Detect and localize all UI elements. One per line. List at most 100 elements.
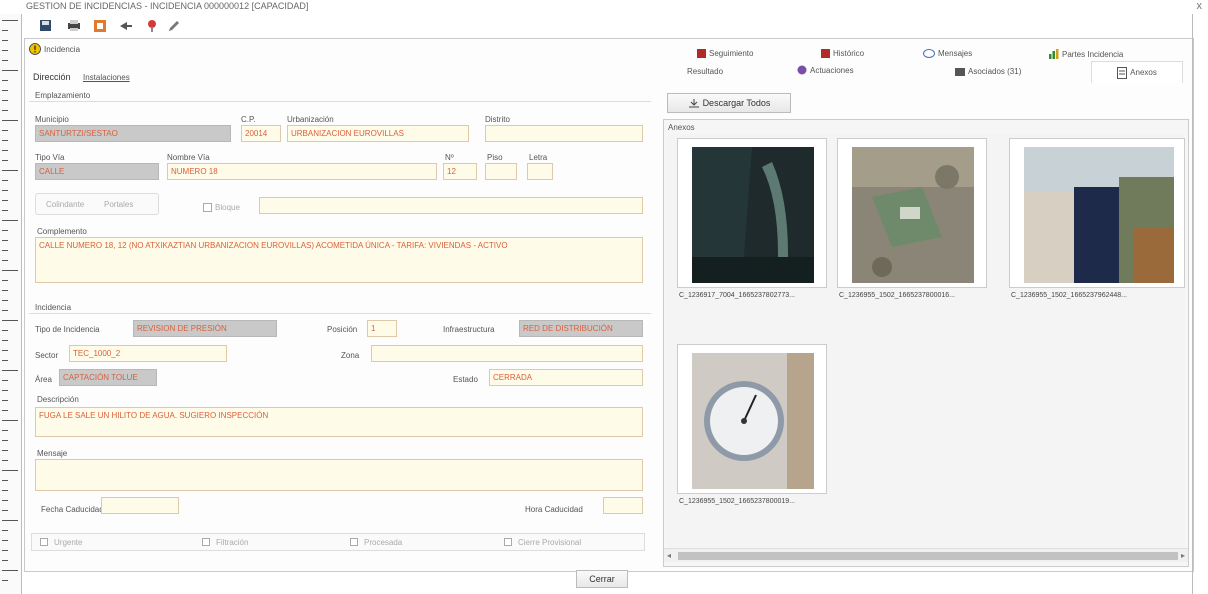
tab-instalaciones[interactable]: Instalaciones: [83, 73, 130, 82]
cp-field[interactable]: 20014: [241, 125, 281, 142]
urgente-checkbox[interactable]: [40, 538, 48, 546]
tipo-via-field[interactable]: CALLE: [35, 163, 159, 180]
ruler-tick: [2, 490, 8, 491]
ruler-tick: [2, 160, 8, 161]
filtracion-checkbox[interactable]: [202, 538, 210, 546]
tab-resultado[interactable]: Resultado: [687, 67, 723, 76]
tab-asociados[interactable]: Asociados (31): [955, 67, 1021, 76]
ruler-tick: [2, 530, 8, 531]
sector-field[interactable]: TEC_1000_2: [69, 345, 227, 362]
procesada-checkbox[interactable]: [350, 538, 358, 546]
zona-label: Zona: [341, 351, 360, 360]
estado-label: Estado: [453, 375, 478, 384]
tab-partes-incidencia-label: Partes Incidencia: [1062, 49, 1124, 59]
bloque-checkbox[interactable]: [203, 203, 212, 212]
thumbnail[interactable]: [677, 138, 827, 288]
ruler-tick: [2, 370, 18, 371]
thumbnail-caption: C_1236955_1502_1665237800016...: [839, 292, 956, 299]
distrito-field[interactable]: [485, 125, 643, 142]
ruler-tick: [2, 90, 8, 91]
infraestructura-field[interactable]: RED DE DISTRIBUCIÓN: [519, 320, 643, 337]
section-incidencia: Incidencia: [35, 303, 72, 312]
ruler-tick: [2, 380, 8, 381]
ruler-tick: [2, 260, 8, 261]
complemento-label: Complemento: [37, 227, 87, 236]
descripcion-field[interactable]: FUGA LE SALE UN HILITO DE AGUA. SUGIERO …: [35, 407, 643, 437]
tab-direccion[interactable]: Dirección: [33, 72, 71, 82]
estado-field[interactable]: CERRADA: [489, 369, 643, 386]
scroll-right-icon[interactable]: ▸: [1181, 551, 1185, 560]
urbanizacion-field[interactable]: URBANIZACION EUROVILLAS: [287, 125, 469, 142]
tab-incidencia[interactable]: Incidencia: [29, 43, 80, 55]
tab-seguimiento[interactable]: Seguimiento: [697, 49, 753, 58]
download-icon: [688, 99, 699, 108]
area-field[interactable]: CAPTACIÓN TOLUE: [59, 369, 157, 386]
scrollbar-thumb[interactable]: [678, 552, 1178, 560]
ruler-tick: [2, 440, 8, 441]
ruler-tick: [2, 540, 8, 541]
thumbnail[interactable]: [837, 138, 987, 288]
tab-actuaciones[interactable]: Actuaciones: [797, 65, 854, 75]
thumbnail[interactable]: [1009, 138, 1185, 288]
portales-toggle[interactable]: Portales: [104, 200, 133, 209]
tipo-incidencia-field[interactable]: REVISION DE PRESIÓN: [133, 320, 277, 337]
tab-historico[interactable]: Histórico: [821, 49, 864, 58]
horizontal-scrollbar[interactable]: ◂ ▸: [664, 548, 1188, 562]
tab-anexos-label: Anexos: [1130, 68, 1157, 77]
zona-field[interactable]: [371, 345, 643, 362]
save-icon[interactable]: [38, 18, 53, 33]
tab-asociados-label: Asociados (31): [968, 67, 1022, 76]
hora-caducidad-label: Hora Caducidad: [525, 505, 583, 514]
pencil-icon[interactable]: [166, 18, 181, 33]
letra-field[interactable]: [527, 163, 553, 180]
left-ruler: [0, 14, 22, 594]
ruler-tick: [2, 320, 18, 321]
scroll-left-icon[interactable]: ◂: [667, 551, 671, 560]
tab-anexos[interactable]: Anexos: [1091, 61, 1183, 83]
municipio-field[interactable]: SANTURTZI/SESTAO: [35, 125, 231, 142]
municipio-label: Municipio: [35, 115, 69, 124]
photo-wall: [1024, 147, 1174, 283]
descargar-todos-button[interactable]: Descargar Todos: [667, 93, 791, 113]
ruler-tick: [2, 20, 18, 21]
arrow-icon[interactable]: [118, 18, 133, 33]
tab-partes-incidencia[interactable]: Partes Incidencia: [1049, 49, 1123, 59]
nombre-via-field[interactable]: NUMERO 18: [167, 163, 437, 180]
ruler-tick: [2, 340, 8, 341]
orange-square-icon[interactable]: [92, 18, 107, 33]
posicion-field[interactable]: 1: [367, 320, 397, 337]
cerrar-button[interactable]: Cerrar: [576, 570, 628, 588]
fecha-caducidad-field[interactable]: [101, 497, 179, 514]
title-bar: GESTION DE INCIDENCIAS - INCIDENCIA 0000…: [0, 0, 1208, 14]
descripcion-label: Descripción: [37, 395, 79, 404]
tab-resultado-label: Resultado: [687, 67, 724, 76]
numero-field[interactable]: 12: [443, 163, 477, 180]
mensaje-field[interactable]: [35, 459, 643, 491]
colindante-toggle[interactable]: Colindante: [46, 200, 84, 209]
print-icon[interactable]: [66, 18, 81, 33]
numero-label: Nº: [445, 153, 454, 162]
ruler-tick: [2, 60, 8, 61]
pin-icon[interactable]: [144, 18, 159, 33]
bloque-label: Bloque: [215, 203, 240, 212]
ruler-tick: [2, 110, 8, 111]
ruler-tick: [2, 200, 8, 201]
bloque-field[interactable]: [259, 197, 643, 214]
close-icon[interactable]: x: [1197, 0, 1203, 12]
ruler-tick: [2, 350, 8, 351]
tipo-incidencia-label: Tipo de Incidencia: [35, 325, 100, 334]
divider: [29, 101, 651, 102]
thumbnail-grid: C_1236917_7004_1665237802773... C_123695…: [667, 134, 1185, 548]
mensajes-icon: [923, 49, 935, 58]
ruler-tick: [2, 280, 8, 281]
complemento-field[interactable]: CALLE NUMERO 18, 12 (NO ATXIKAZTIAN URBA…: [35, 237, 643, 283]
ruler-tick: [2, 430, 8, 431]
anexos-panel: Anexos C_1236917_7004_1665237802773... C…: [663, 119, 1189, 567]
ruler-tick: [2, 130, 8, 131]
ruler-tick: [2, 150, 8, 151]
cierre-provisional-checkbox[interactable]: [504, 538, 512, 546]
tab-mensajes[interactable]: Mensajes: [923, 49, 972, 58]
piso-field[interactable]: [485, 163, 517, 180]
hora-caducidad-field[interactable]: [603, 497, 643, 514]
thumbnail[interactable]: [677, 344, 827, 494]
